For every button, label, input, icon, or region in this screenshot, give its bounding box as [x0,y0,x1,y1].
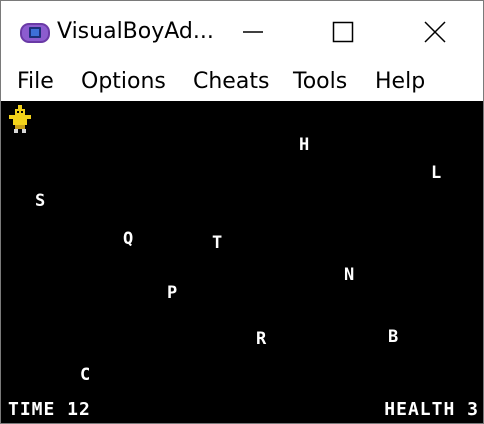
maximize-icon [332,21,354,43]
letter-tile: L [431,163,442,183]
menu-cheats[interactable]: Cheats [193,67,269,97]
close-icon [424,21,446,43]
emulator-window: VisualBoyAd... File Options Cheats Tools… [0,0,484,424]
menu-tools[interactable]: Tools [293,67,347,97]
menu-help[interactable]: Help [375,67,425,97]
letter-tile: P [167,283,178,303]
letter-tile: T [212,233,223,253]
menu-file[interactable]: File [17,67,54,97]
player-bird-sprite [9,105,31,133]
letter-tile: N [344,265,355,285]
minimize-button[interactable] [207,1,299,63]
letter-tile: S [35,191,46,211]
letter-tile: B [388,327,399,347]
health-counter: HEALTH 3 [384,399,479,420]
close-button[interactable] [389,1,481,63]
letter-tile: C [80,365,91,385]
maximize-button[interactable] [297,1,389,63]
letter-tile: R [256,329,267,349]
minimize-icon [243,31,263,33]
title-bar[interactable]: VisualBoyAd... [1,1,483,63]
menu-bar: File Options Cheats Tools Help [1,63,483,101]
time-counter: TIME 12 [8,399,91,420]
letter-tile: H [299,135,310,155]
letter-tile: Q [123,229,134,249]
menu-options[interactable]: Options [81,67,166,97]
game-screen[interactable]: H L S Q T N P R B C TIME 12 HEALTH 3 [1,101,483,423]
gameboy-advance-icon [20,23,50,43]
window-title: VisualBoyAd... [57,19,214,44]
